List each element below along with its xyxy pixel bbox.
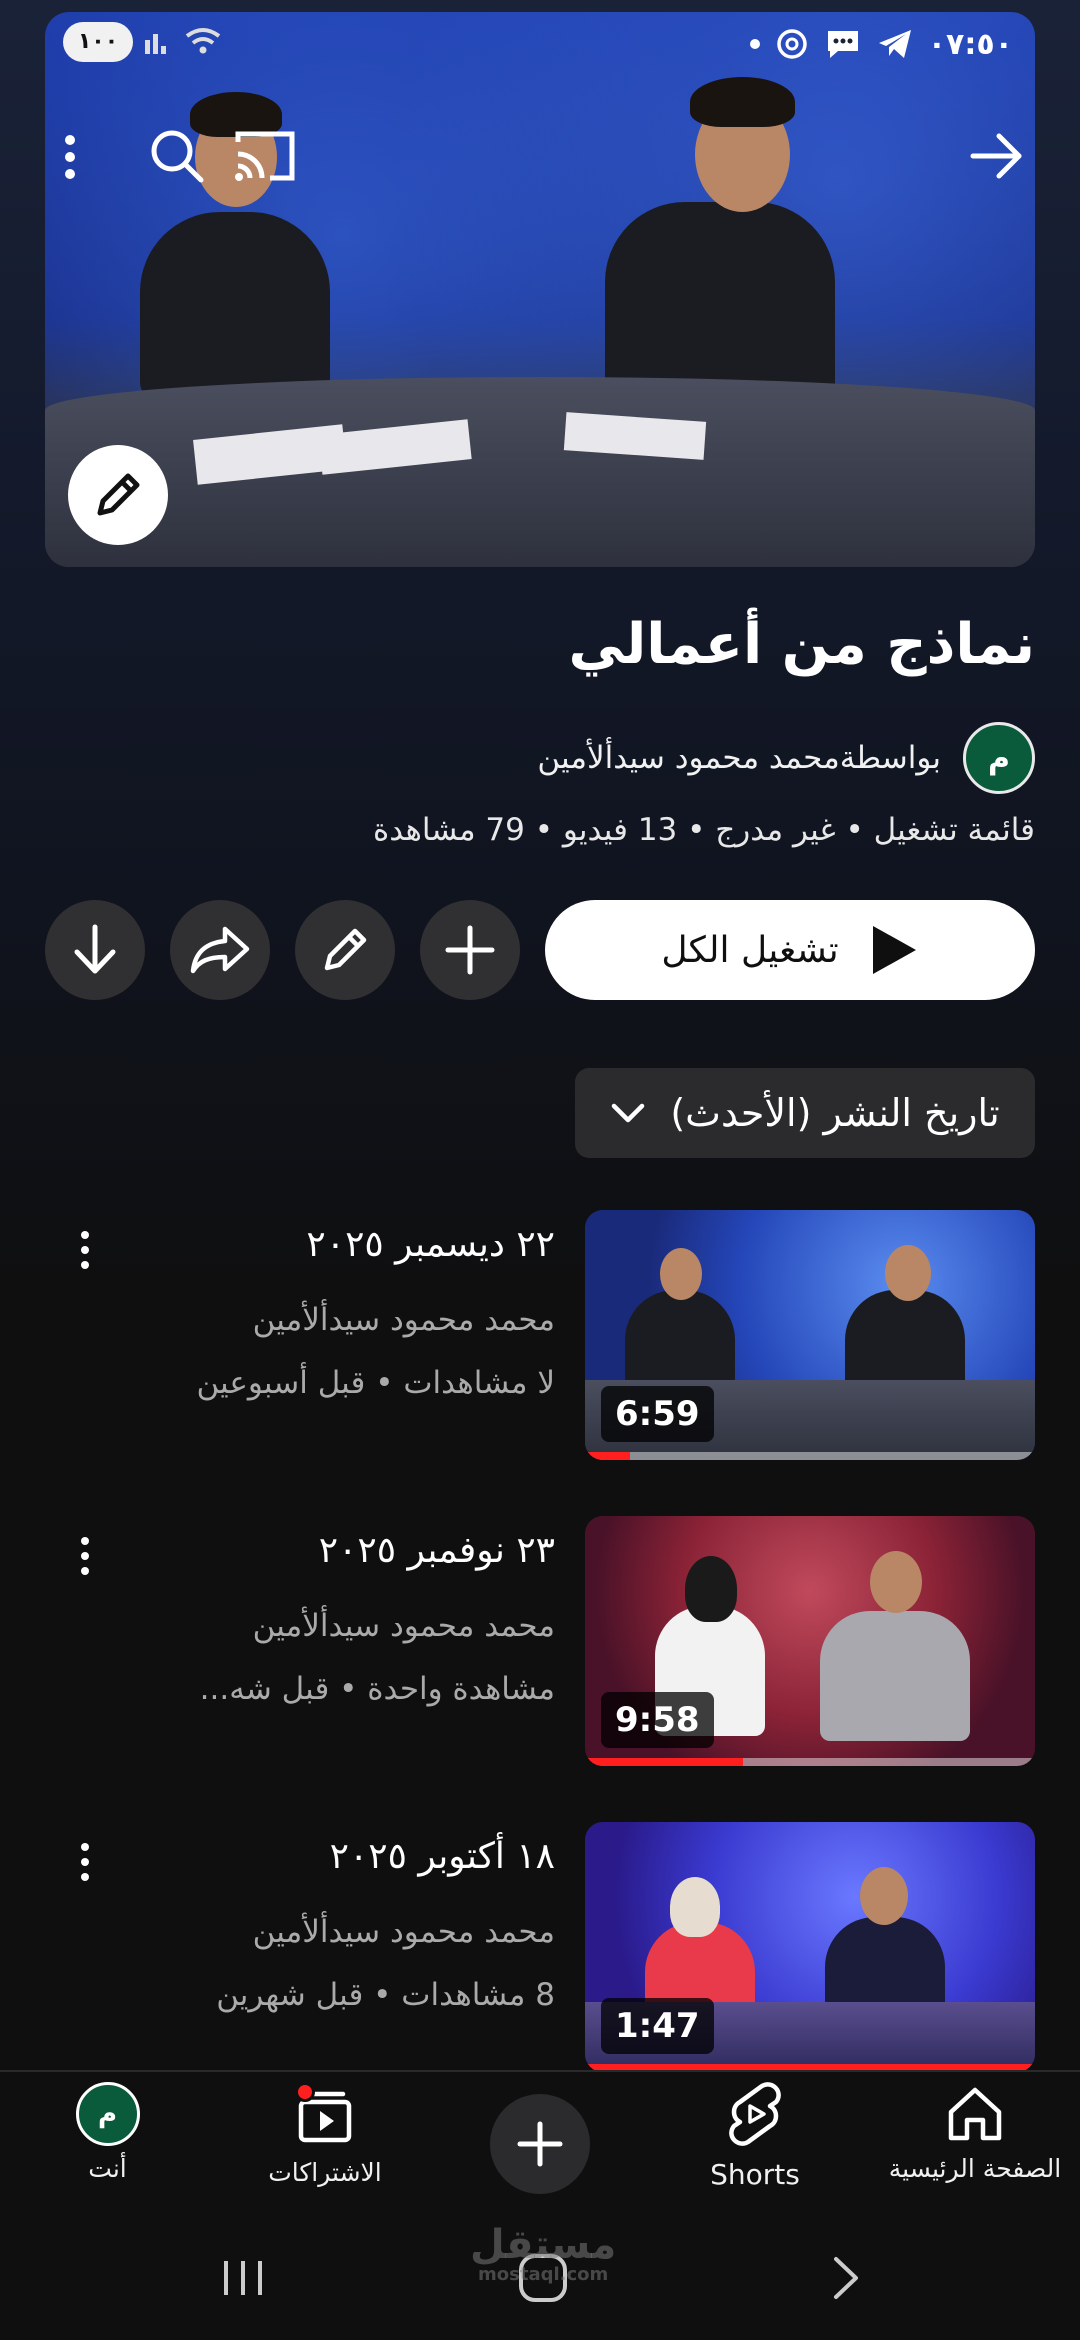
download-icon	[74, 924, 116, 974]
play-all-label: تشغيل الكل	[661, 929, 839, 971]
video-title[interactable]: ٢٣ نوفمبر ٢٠٢٥	[319, 1530, 555, 1571]
share-button[interactable]	[170, 900, 270, 1000]
list-item[interactable]: 9:58 ٢٣ نوفمبر ٢٠٢٥ محمد محمود سيدألأمين…	[45, 1516, 1035, 1766]
progress-track	[585, 1452, 1035, 1460]
playlist-owner[interactable]: بواسطةمحمد محمود سيدألأمين	[537, 740, 941, 776]
back-system-icon[interactable]	[826, 2253, 866, 2303]
duration-badge: 9:58	[601, 1692, 714, 1748]
list-item[interactable]: 1:47 ١٨ أكتوبر ٢٠٢٥ محمد محمود سيدألأمين…	[45, 1822, 1035, 2072]
nav-you[interactable]: م أنت	[45, 2072, 170, 2217]
duration-badge: 1:47	[601, 1998, 714, 2054]
owner-row[interactable]: م بواسطةمحمد محمود سيدألأمين	[537, 722, 1035, 794]
playlist-meta: قائمة تشغيل • غير مدرج • 13 فيديو • 79 م…	[373, 812, 1035, 848]
avatar: م	[75, 2082, 140, 2146]
duration-badge: 6:59	[601, 1386, 714, 1442]
video-stats: 8 مشاهدات • قبل شهرين	[216, 1977, 555, 2013]
more-options-icon[interactable]	[65, 1220, 105, 1280]
download-button[interactable]	[45, 900, 145, 1000]
create-button[interactable]	[490, 2072, 590, 2217]
subscriptions-icon-wrap	[293, 2082, 357, 2150]
status-bar: ١٠٠ ٠٧:٥٠	[45, 14, 1035, 74]
video-title[interactable]: ١٨ أكتوبر ٢٠٢٥	[330, 1836, 555, 1877]
more-options-icon[interactable]	[65, 1832, 105, 1892]
forward-arrow-icon[interactable]	[965, 124, 1029, 188]
nav-subscriptions[interactable]: الاشتراكات	[260, 2072, 390, 2217]
pencil-icon	[324, 928, 367, 971]
sort-dropdown[interactable]: تاريخ النشر (الأحدث)	[575, 1068, 1035, 1158]
video-stats: مشاهدة واحدة • قبل شه...	[199, 1671, 555, 1707]
hero-hair-right	[690, 77, 795, 127]
watermark-arabic: مستقل	[470, 2222, 617, 2268]
chatgpt-icon	[777, 29, 807, 59]
nav-home-label: الصفحة الرئيسية	[888, 2154, 1062, 2183]
new-content-dot	[295, 2082, 315, 2102]
battery-indicator: ١٠٠	[63, 22, 133, 62]
messages-icon	[827, 31, 858, 58]
chevron-down-icon	[612, 1103, 645, 1123]
add-to-playlist-button[interactable]	[420, 900, 520, 1000]
video-channel: محمد محمود سيدألأمين	[252, 1302, 555, 1338]
signal-icon	[145, 34, 166, 54]
more-options-icon[interactable]	[50, 127, 90, 187]
recent-apps-icon[interactable]	[218, 2253, 268, 2303]
edit-playlist-button[interactable]	[295, 900, 395, 1000]
create-circle	[490, 2094, 590, 2194]
nav-home[interactable]: الصفحة الرئيسية	[880, 2072, 1070, 2217]
nav-shorts[interactable]: Shorts	[690, 2072, 820, 2217]
search-icon[interactable]	[145, 124, 209, 188]
status-right: ٠٧:٥٠	[749, 22, 1013, 66]
plus-icon	[445, 925, 495, 975]
edit-thumbnail-button[interactable]	[68, 445, 168, 545]
shorts-icon	[729, 2082, 781, 2146]
notification-dot	[749, 39, 760, 49]
video-thumbnail[interactable]: 6:59	[585, 1210, 1035, 1460]
nav-you-label: أنت	[88, 2154, 127, 2183]
video-title[interactable]: ٢٢ ديسمبر ٢٠٢٥	[306, 1224, 555, 1265]
watch-progress	[585, 1452, 630, 1460]
bottom-nav: الصفحة الرئيسية Shorts الاشتراكات م أنت	[0, 2070, 1080, 2215]
home-icon	[948, 2087, 1002, 2141]
playlist-title: نماذج من أعمالي	[568, 612, 1035, 677]
status-left-icons	[143, 26, 223, 56]
video-stats: لا مشاهدات • قبل أسبوعين	[196, 1365, 555, 1401]
pencil-icon	[97, 473, 140, 516]
playlist-hero-thumbnail[interactable]	[45, 12, 1035, 567]
hero-desk	[45, 377, 1035, 567]
hero-person-left	[140, 212, 330, 402]
telegram-icon	[878, 30, 911, 58]
plus-icon	[517, 2121, 563, 2167]
wifi-icon	[185, 28, 221, 54]
nav-subscriptions-label: الاشتراكات	[268, 2158, 382, 2187]
more-options-icon[interactable]	[65, 1526, 105, 1586]
sort-label: تاريخ النشر (الأحدث)	[670, 1091, 1000, 1135]
avatar[interactable]: م	[963, 722, 1035, 794]
list-item[interactable]: 6:59 ٢٢ ديسمبر ٢٠٢٥ محمد محمود سيدألأمين…	[45, 1210, 1035, 1460]
play-icon	[872, 926, 916, 974]
video-channel: محمد محمود سيدألأمين	[252, 1608, 555, 1644]
video-thumbnail[interactable]: 1:47	[585, 1822, 1035, 2072]
watermark-latin: mostaql.com	[478, 2264, 609, 2285]
watch-progress	[585, 1758, 743, 1766]
nav-shorts-label: Shorts	[710, 2158, 800, 2191]
clock: ٠٧:٥٠	[927, 26, 1013, 62]
video-channel: محمد محمود سيدألأمين	[252, 1914, 555, 1950]
play-all-button[interactable]: تشغيل الكل	[545, 900, 1035, 1000]
cast-icon[interactable]	[230, 124, 300, 188]
video-thumbnail[interactable]: 9:58	[585, 1516, 1035, 1766]
share-icon	[190, 926, 250, 974]
watermark: مستقل mostaql.com	[470, 2225, 616, 2285]
